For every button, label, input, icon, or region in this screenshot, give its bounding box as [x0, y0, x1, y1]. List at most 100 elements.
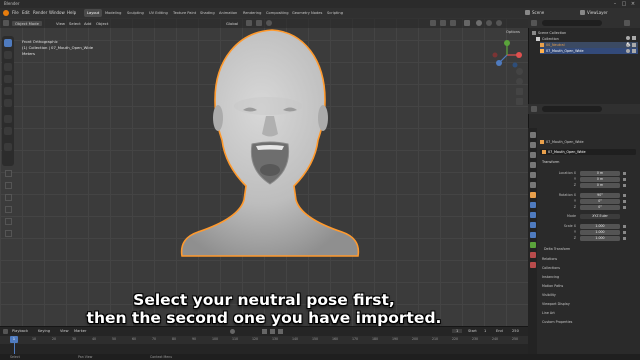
object-path-label: 07_Mouth_Open_Wide	[546, 140, 584, 144]
collection-icon	[532, 31, 536, 35]
mesh-icon	[540, 49, 544, 53]
world-tab-icon[interactable]	[530, 182, 536, 188]
lock-icon[interactable]	[623, 236, 626, 240]
constraints-tab-icon[interactable]	[530, 232, 536, 238]
view-layer-tab-icon[interactable]	[530, 162, 536, 168]
lock-icon[interactable]	[623, 177, 626, 181]
texture-tab-icon[interactable]	[530, 262, 536, 268]
data-tab-icon[interactable]	[530, 242, 536, 248]
end-frame-label: End	[496, 329, 503, 333]
render-camera-icon[interactable]	[632, 43, 636, 47]
visibility-eye-icon[interactable]	[626, 36, 630, 40]
timeline-tick-label: 160	[332, 337, 339, 341]
timeline-tick-label: 220	[452, 337, 459, 341]
lock-icon[interactable]	[623, 224, 626, 228]
scale-y-field[interactable]: 1.000	[580, 230, 620, 235]
lock-icon[interactable]	[623, 183, 626, 187]
status-pan: Pan View	[78, 355, 93, 359]
rotation-mode-label: Mode	[567, 214, 576, 218]
location-z-label: Z	[573, 183, 576, 187]
scale-z-field[interactable]: 1.000	[580, 236, 620, 241]
panel-relations[interactable]: Relations	[542, 257, 557, 261]
outliner-row-mouth-open-wide[interactable]: 07_Mouth_Open_Wide	[540, 48, 638, 54]
particles-tab-icon[interactable]	[530, 212, 536, 218]
timeline-menu-playback[interactable]: Playback	[12, 329, 28, 333]
physics-tab-icon[interactable]	[530, 222, 536, 228]
properties-editor-icon[interactable]	[531, 106, 537, 112]
timeline-editor-icon[interactable]	[3, 329, 8, 334]
timeline-tick-label: 250	[512, 337, 519, 341]
outliner-label: Collection	[542, 37, 559, 41]
panel-delta-transform[interactable]: Delta Transform	[544, 247, 570, 251]
status-context: Context Menu	[150, 355, 173, 359]
status-bar: Select Pan View Context Menu	[0, 354, 640, 360]
subtitle-line-1: Select your neutral pose first,	[133, 291, 395, 309]
timeline-tick-label: 80	[172, 337, 177, 341]
object-tab-icon[interactable]	[530, 192, 536, 198]
object-icon	[540, 140, 544, 144]
outliner-header	[528, 18, 640, 28]
panel-visibility[interactable]: Visibility	[542, 293, 556, 297]
rotation-z-field[interactable]: 0°	[580, 205, 620, 210]
render-camera-icon[interactable]	[632, 36, 636, 40]
timeline-tick-label: 210	[432, 337, 439, 341]
location-z-field[interactable]: 0 m	[580, 183, 620, 188]
lock-icon[interactable]	[623, 193, 626, 197]
properties-header	[528, 104, 640, 114]
panel-custom-properties[interactable]: Custom Properties	[542, 320, 572, 324]
panel-collections[interactable]: Collections	[542, 266, 560, 270]
panel-line-art[interactable]: Line Art	[542, 311, 555, 315]
jump-end-icon[interactable]	[278, 329, 283, 334]
timeline-menu-marker[interactable]: Marker	[74, 329, 86, 333]
timeline-tick-label: 20	[52, 337, 57, 341]
rotation-mode-dropdown[interactable]: XYZ Euler	[580, 214, 620, 219]
object-name-value: 07_Mouth_Open_Wide	[548, 150, 586, 154]
playhead-line[interactable]	[13, 343, 15, 354]
play-icon[interactable]	[270, 329, 275, 334]
properties-search-input[interactable]	[542, 106, 602, 112]
timeline-tick-label: 230	[472, 337, 479, 341]
visibility-eye-icon[interactable]	[626, 49, 630, 53]
lock-icon[interactable]	[623, 230, 626, 234]
playhead-frame-marker[interactable]: 1	[10, 336, 18, 343]
lock-icon[interactable]	[623, 199, 626, 203]
rotation-z-label: Z	[573, 205, 576, 209]
status-select: Select	[10, 355, 20, 359]
tool-tab-icon[interactable]	[530, 132, 536, 138]
timeline-menu-view[interactable]: View	[60, 329, 69, 333]
filter-icon[interactable]	[624, 20, 630, 26]
lock-icon[interactable]	[623, 171, 626, 175]
lock-icon[interactable]	[623, 205, 626, 209]
start-frame-label: Start	[468, 329, 477, 333]
start-frame-field[interactable]: 1	[484, 329, 486, 333]
scene-tab-icon[interactable]	[530, 172, 536, 178]
modifier-tab-icon[interactable]	[530, 202, 536, 208]
timeline-menu-keying[interactable]: Keying	[38, 329, 50, 333]
location-y-field[interactable]: 0 m	[580, 177, 620, 182]
output-tab-icon[interactable]	[530, 152, 536, 158]
timeline-tick-label: 30	[72, 337, 77, 341]
record-icon[interactable]	[230, 329, 235, 334]
material-tab-icon[interactable]	[530, 252, 536, 258]
outliner-search-input[interactable]	[542, 20, 602, 26]
panel-instancing[interactable]: Instancing	[542, 275, 559, 279]
scale-x-field[interactable]: 1.000	[580, 224, 620, 229]
rotation-x-field[interactable]: 90°	[580, 193, 620, 198]
panel-viewport-display[interactable]: Viewport Display	[542, 302, 570, 306]
panel-motion-paths[interactable]: Motion Paths	[542, 284, 563, 288]
transform-panel-header[interactable]: Transform	[542, 160, 559, 164]
rotation-y-label: Y	[573, 199, 576, 203]
object-name-field[interactable]: 07_Mouth_Open_Wide	[540, 149, 636, 155]
jump-start-icon[interactable]	[262, 329, 267, 334]
render-tab-icon[interactable]	[530, 142, 536, 148]
rotation-label: Rotation X	[558, 193, 576, 197]
end-frame-field[interactable]: 250	[512, 329, 519, 333]
render-camera-icon[interactable]	[632, 49, 636, 53]
outliner-editor-icon[interactable]	[531, 20, 537, 26]
scale-label: Scale X	[563, 224, 576, 228]
timeline-tick-label: 190	[392, 337, 399, 341]
location-x-field[interactable]: 0 m	[580, 171, 620, 176]
timeline-tick-label: 40	[92, 337, 97, 341]
current-frame-field[interactable]: 1	[452, 329, 463, 333]
rotation-y-field[interactable]: 0°	[580, 199, 620, 204]
